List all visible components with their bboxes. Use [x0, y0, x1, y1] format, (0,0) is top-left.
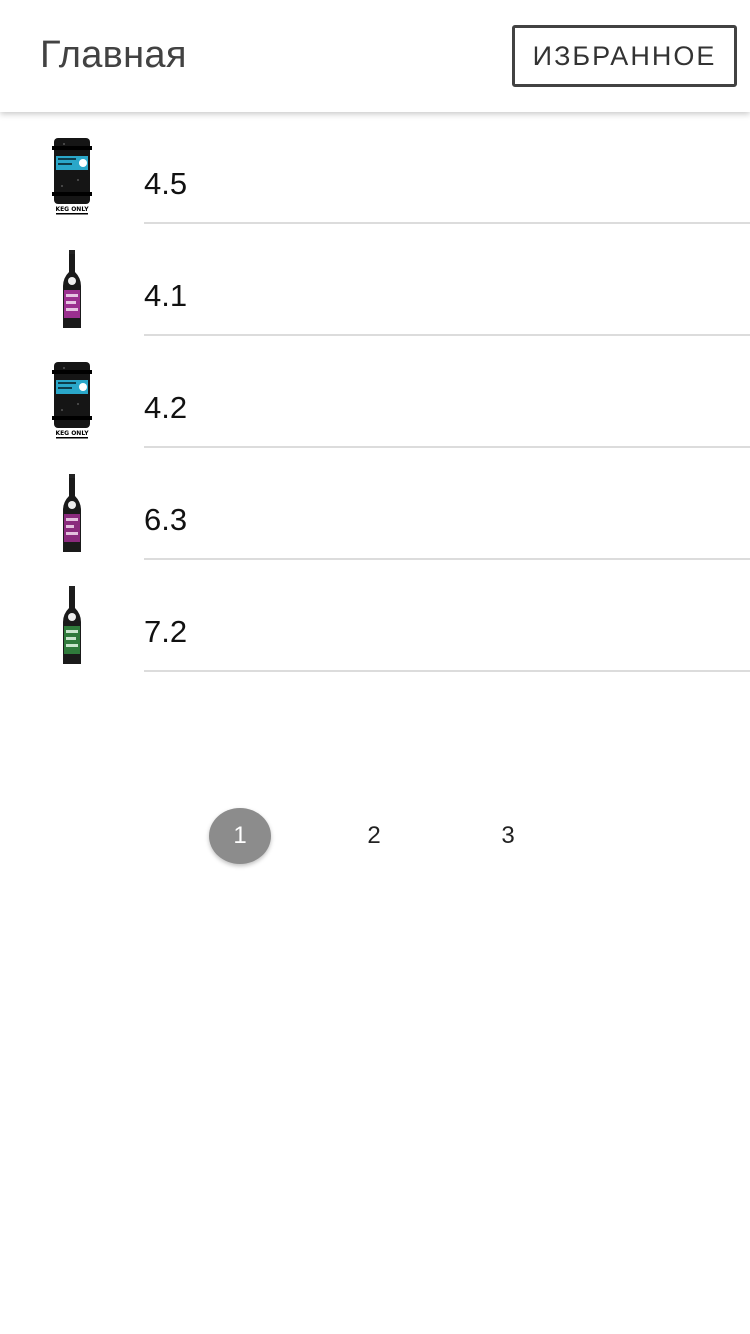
page-title: Главная: [40, 34, 187, 76]
item-value: 4.5: [144, 166, 188, 201]
divider: [144, 670, 750, 672]
app-bar: Главная ИЗБРАННОЕ: [0, 0, 750, 112]
keg-label: KEG ONLY: [55, 206, 89, 213]
bottle-icon: [40, 584, 104, 672]
beer-list: KEG ONLY 4.5 4.1 KEG ONLY 4.2 6.3 7.2: [0, 112, 750, 672]
list-item[interactable]: 7.2: [0, 560, 750, 672]
pagination: 1 2 3: [0, 808, 750, 864]
keg-label: KEG ONLY: [55, 430, 89, 437]
page-button-2[interactable]: 2: [343, 808, 405, 864]
list-item[interactable]: KEG ONLY 4.2: [0, 336, 750, 448]
item-value: 4.1: [144, 278, 188, 313]
favorites-button[interactable]: ИЗБРАННОЕ: [512, 25, 737, 87]
item-value: 4.2: [144, 390, 188, 425]
item-value: 6.3: [144, 502, 188, 537]
item-value: 7.2: [144, 614, 188, 649]
keg-icon: KEG ONLY: [40, 360, 104, 448]
bottle-icon: [40, 248, 104, 336]
list-item[interactable]: KEG ONLY 4.5: [0, 112, 750, 224]
bottle-icon: [40, 472, 104, 560]
list-item[interactable]: 4.1: [0, 224, 750, 336]
page-button-1[interactable]: 1: [209, 808, 271, 864]
list-item[interactable]: 6.3: [0, 448, 750, 560]
page-button-3[interactable]: 3: [477, 808, 539, 864]
keg-icon: KEG ONLY: [40, 136, 104, 224]
